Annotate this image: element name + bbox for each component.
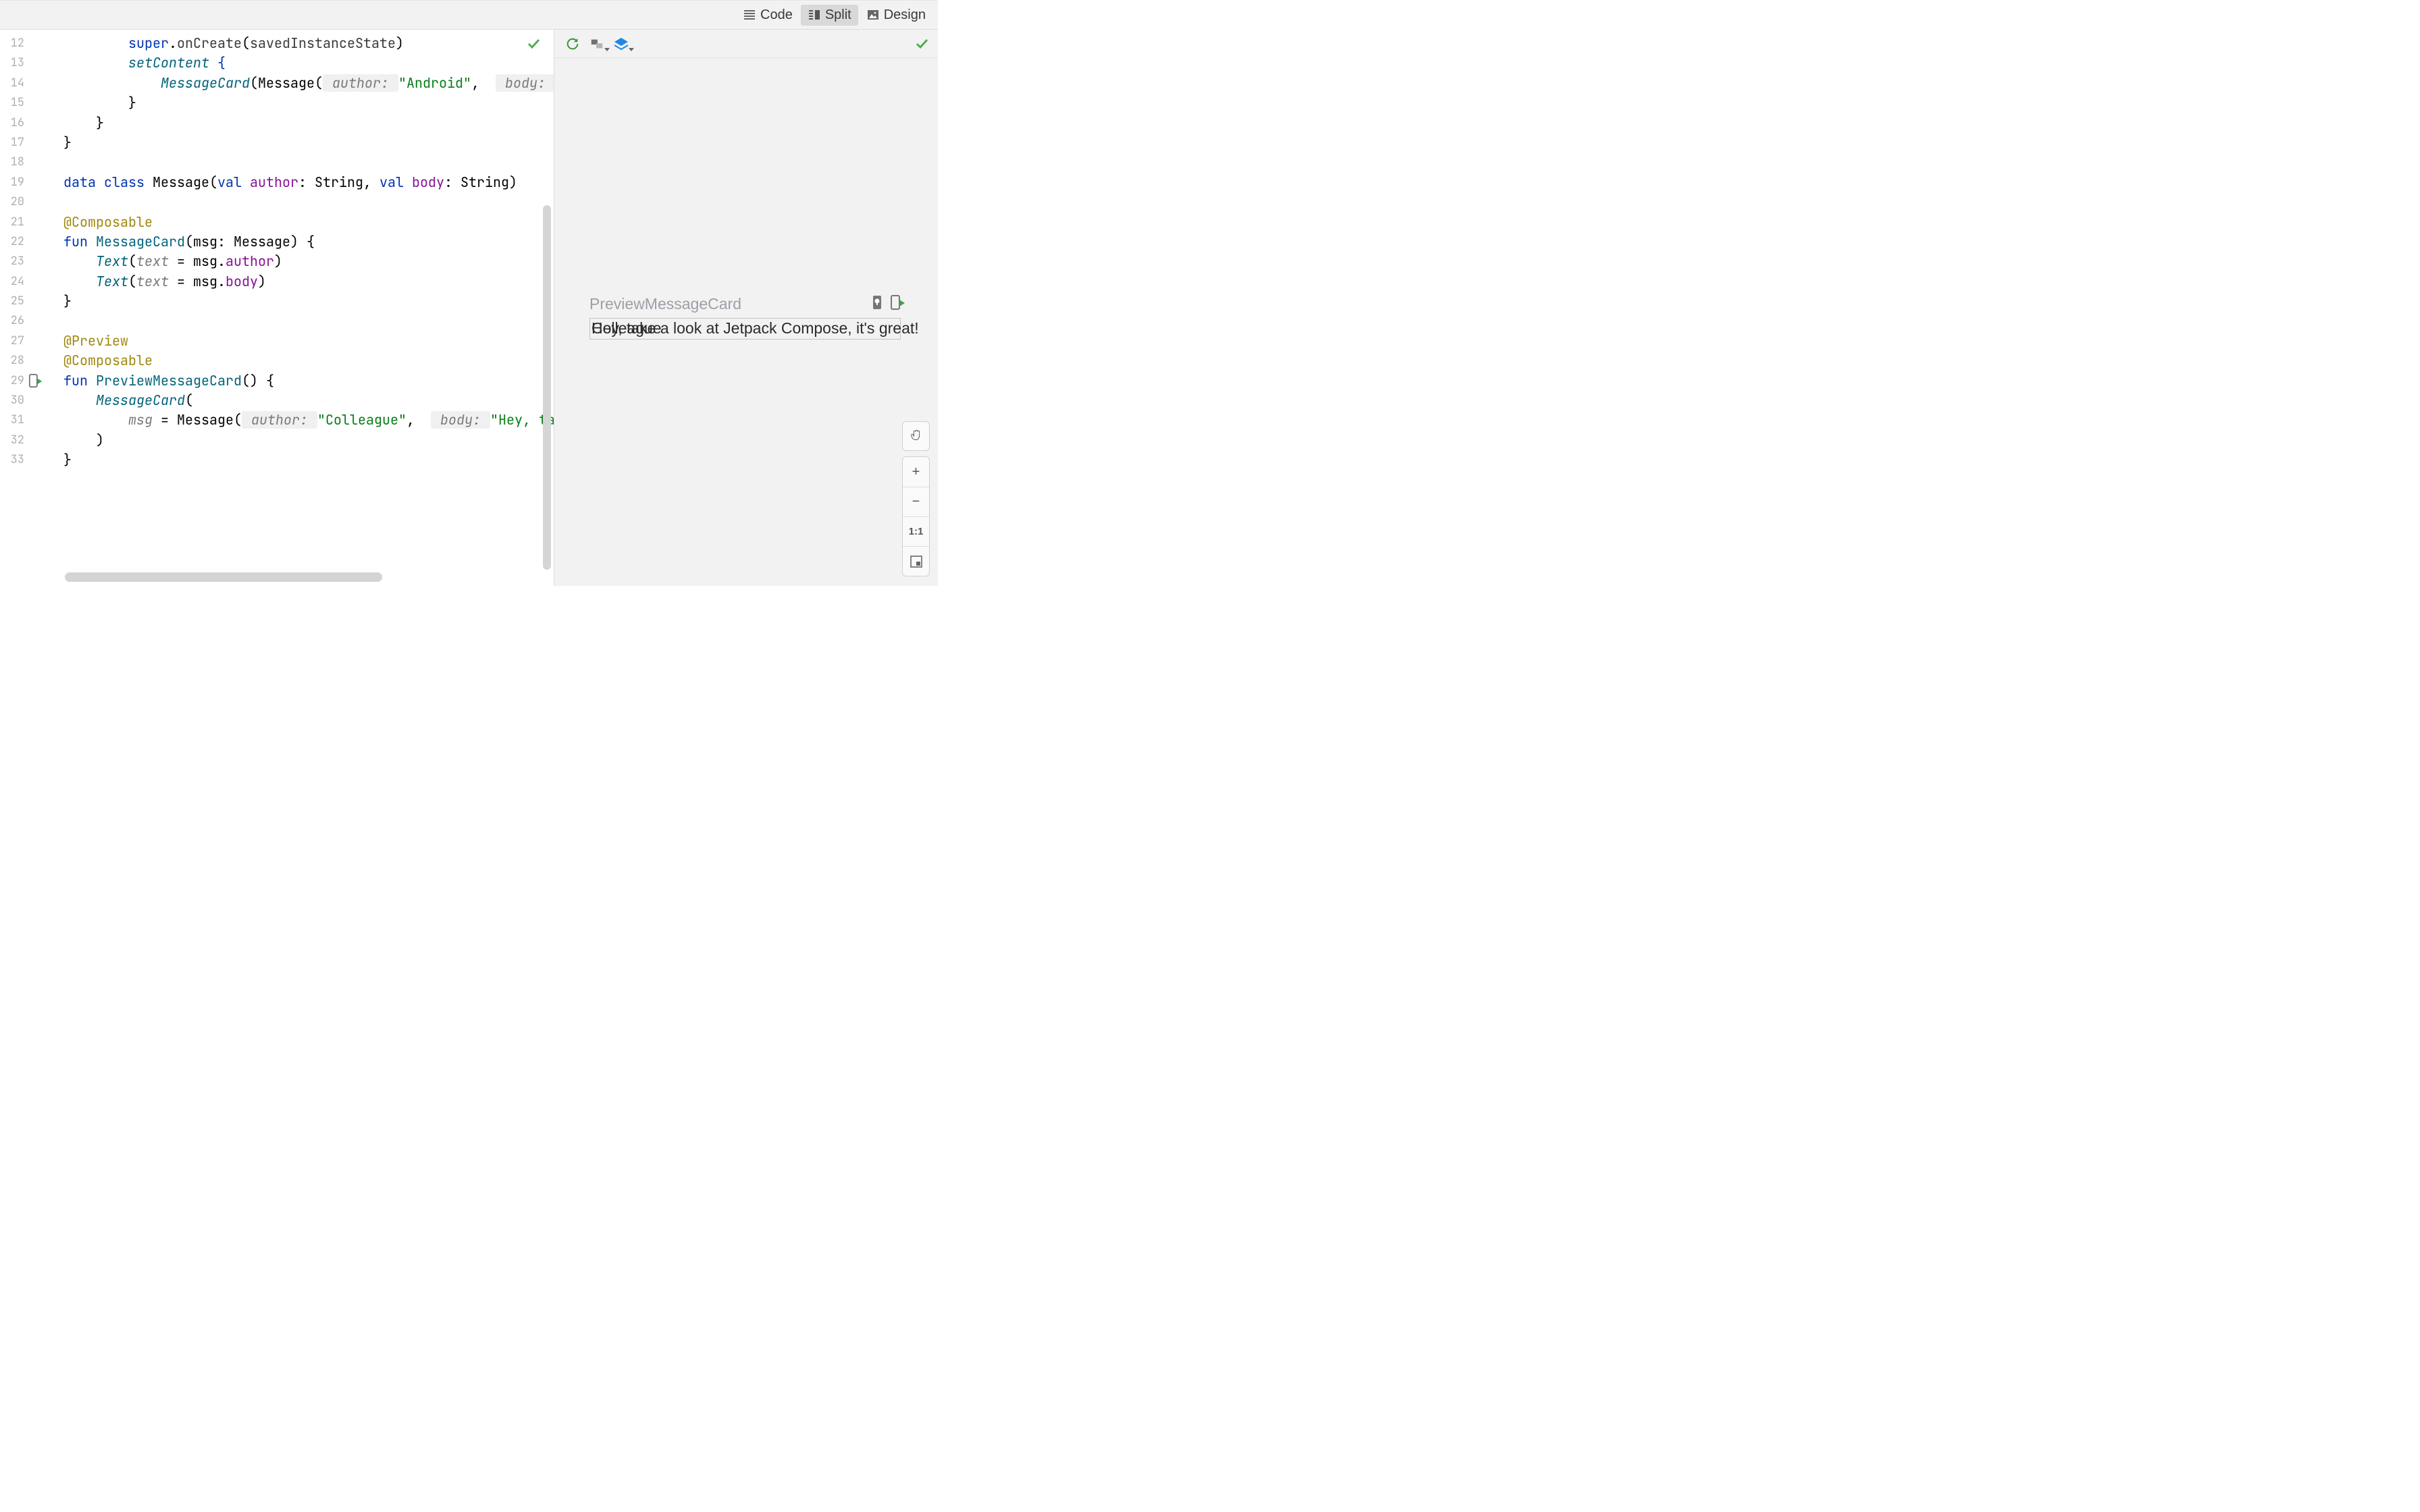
- zoom-in-button[interactable]: +: [903, 457, 929, 487]
- horizontal-scrollbar[interactable]: [65, 572, 382, 582]
- vertical-scrollbar[interactable]: [543, 205, 551, 570]
- preview-text-body: Hey, take a look at Jetpack Compose, it'…: [591, 319, 919, 338]
- tab-label: Design: [884, 7, 926, 23]
- compose-preview: PreviewMessageCard Colleague Hey, take a…: [589, 294, 906, 340]
- preview-render[interactable]: Colleague Hey, take a look at Jetpack Co…: [589, 318, 901, 340]
- run-preview-icon[interactable]: [28, 373, 43, 388]
- tab-code[interactable]: Code: [736, 5, 799, 26]
- tab-design[interactable]: Design: [860, 5, 932, 26]
- view-mode-tab-bar: Code Split Design: [0, 0, 938, 30]
- deploy-preview-icon[interactable]: [890, 294, 906, 314]
- refresh-icon[interactable]: [562, 34, 583, 54]
- tab-split[interactable]: Split: [801, 5, 858, 26]
- preview-title: PreviewMessageCard: [589, 295, 741, 313]
- tab-label: Code: [760, 7, 793, 23]
- pan-button[interactable]: [902, 421, 930, 451]
- line-number-gutter: 1213141516171819202122232425262728293031…: [0, 30, 55, 586]
- chevron-down-icon: [629, 43, 634, 55]
- zoom-controls: + − 1:1: [902, 456, 930, 576]
- zoom-out-button[interactable]: −: [903, 487, 929, 516]
- chevron-down-icon: [604, 43, 610, 55]
- zoom-fit-button[interactable]: [903, 546, 929, 576]
- lines-icon: [743, 8, 756, 22]
- layers-icon[interactable]: [611, 34, 631, 54]
- interactive-preview-icon[interactable]: [871, 294, 885, 314]
- zoom-reset-button[interactable]: 1:1: [903, 516, 929, 546]
- code-area[interactable]: super.onCreate(savedInstanceState) setCo…: [55, 30, 554, 586]
- image-icon: [866, 8, 880, 22]
- preview-ok-icon[interactable]: [915, 36, 928, 53]
- code-editor-pane[interactable]: 1213141516171819202122232425262728293031…: [0, 30, 554, 586]
- surface-toggle-icon[interactable]: [587, 34, 607, 54]
- tab-label: Split: [825, 7, 851, 23]
- preview-pane: PreviewMessageCard Colleague Hey, take a…: [554, 30, 938, 586]
- split-icon: [808, 8, 821, 22]
- preview-toolbar: [554, 30, 938, 58]
